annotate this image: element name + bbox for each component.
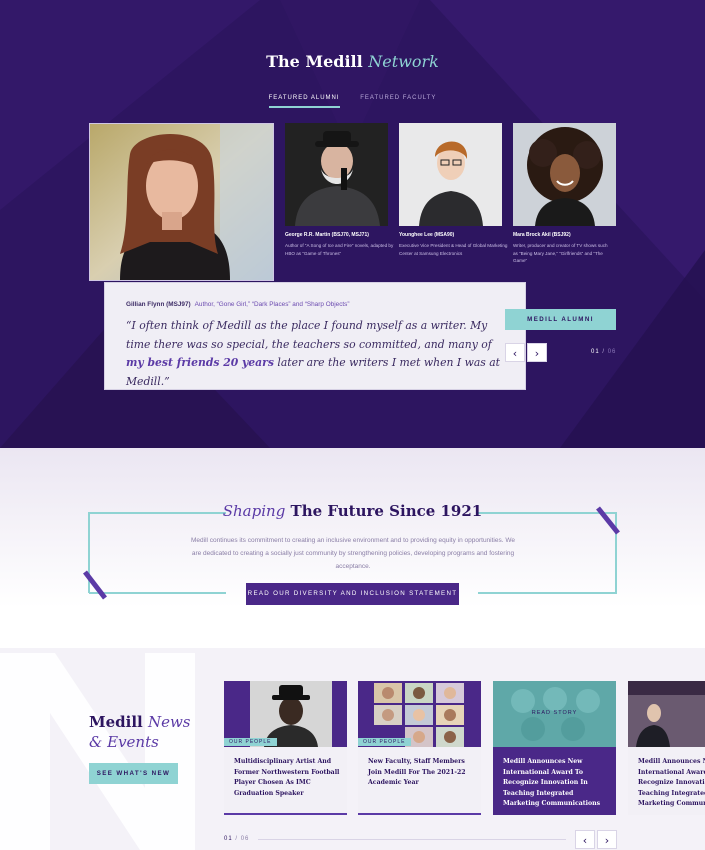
diversity-description: Medill continues its commitment to creat…	[191, 537, 515, 570]
network-title-main: The Medill	[266, 52, 363, 71]
alumni-name: George R.R. Martin (BSJ70, MSJ71)	[285, 232, 369, 238]
counter-current: 01	[591, 349, 600, 355]
news-events-section: Medill News & Events SEE WHAT'S NEW OUR …	[0, 648, 705, 850]
news-card-bar	[224, 813, 347, 815]
news-card-headline[interactable]: Medill Announces New International Award…	[503, 757, 611, 810]
diversity-title-accent: Shaping	[222, 502, 286, 520]
see-whats-new-button[interactable]: SEE WHAT'S NEW	[89, 763, 178, 784]
next-arrow-icon[interactable]: ›	[597, 830, 617, 849]
featured-alumni-attribution: Gillian Flynn (MSJ97) Author, “Gone Girl,…	[126, 301, 350, 308]
featured-quote: “I often think of Medill as the place I …	[126, 317, 506, 391]
alumni-description: Author of “A Song of Ice and Fire” novel…	[285, 243, 394, 256]
news-title-accent: News	[147, 713, 191, 731]
featured-alumni-name: Gillian Flynn (MSJ97)	[126, 301, 191, 308]
news-slide-counter: 01 / 06	[224, 836, 249, 842]
medill-network-section: The Medill Network FEATURED ALUMNI FEATU…	[0, 0, 705, 448]
prev-arrow-icon[interactable]: ‹	[505, 343, 525, 362]
diversity-title: Shaping The Future Since 1921	[0, 502, 705, 520]
next-arrow-icon[interactable]: ›	[527, 343, 547, 362]
news-card-bar	[358, 813, 481, 815]
news-card-tag: OUR PEOPLE	[224, 738, 277, 746]
tab-featured-alumni[interactable]: FEATURED ALUMNI	[268, 95, 340, 108]
medill-alumni-button[interactable]: MEDILL ALUMNI	[505, 309, 616, 330]
read-story-link[interactable]: READ STORY	[493, 710, 616, 716]
news-progress-line	[258, 839, 566, 840]
news-title: Medill News & Events	[89, 712, 191, 752]
tab-featured-faculty[interactable]: FEATURED FACULTY	[360, 95, 436, 106]
news-card-headline[interactable]: Multidisciplinary Artist And Former Nort…	[234, 757, 342, 799]
featured-alumni-photo	[89, 123, 274, 281]
quote-highlight: my best friends 20 years	[126, 356, 274, 369]
diversity-statement-button[interactable]: READ OUR DIVERSITY AND INCLUSION STATEME…	[246, 583, 459, 605]
alumni-name: Mara Brock Akil (BSJ92)	[513, 232, 571, 238]
news-card-headline[interactable]: New Faculty, Staff Members Join Medill F…	[368, 757, 476, 789]
alumni-photo-younghee-lee[interactable]	[399, 123, 502, 226]
alumni-photo-george-martin[interactable]	[285, 123, 388, 226]
prev-arrow-icon[interactable]: ‹	[575, 830, 595, 849]
network-title: The Medill Network	[0, 52, 705, 71]
network-title-accent: Network	[368, 52, 439, 71]
quote-text-part: “I often think of Medill as the place I …	[126, 319, 492, 351]
diversity-section: Shaping The Future Since 1921 Medill con…	[0, 448, 705, 648]
alumni-name: Younghee Lee (MSA90)	[399, 232, 455, 238]
featured-alumni-role: Author, “Gone Girl,” “Dark Places” and “…	[194, 301, 350, 308]
alumni-photo-mara-brock-akil[interactable]	[513, 123, 616, 226]
network-tabs: FEATURED ALUMNI FEATURED FACULTY	[0, 95, 705, 108]
news-title-main: Medill	[89, 713, 143, 731]
gillian-flynn-portrait	[90, 124, 273, 280]
news-card[interactable]: OUR PEOPLE New Faculty, Staff Members Jo…	[358, 681, 481, 815]
news-card-headline[interactable]: Medill Announces New International Award…	[638, 757, 705, 810]
news-card[interactable]: READ STORY Medill Announces New Internat…	[493, 681, 616, 815]
news-card[interactable]: OUR PEOPLE Multidisciplinary Artist And …	[224, 681, 347, 815]
counter-current: 01	[224, 836, 233, 842]
featured-quote-card: Gillian Flynn (MSJ97) Author, “Gone Girl,…	[104, 282, 526, 390]
counter-total: 06	[607, 349, 617, 355]
news-card-image	[628, 681, 705, 747]
alumni-description: Executive Vice President & Head of Globa…	[399, 243, 508, 256]
counter-total: 06	[240, 836, 250, 842]
counter-separator: /	[602, 349, 606, 355]
news-card-tag: OUR PEOPLE	[358, 738, 411, 746]
network-slide-counter: 01 / 06	[591, 349, 616, 355]
diversity-title-main: The Future Since 1921	[290, 502, 483, 520]
news-card[interactable]: Medill Announces New International Award…	[628, 681, 705, 815]
news-title-accent: & Events	[89, 733, 159, 751]
counter-separator: /	[235, 836, 239, 842]
alumni-description: Writer, producer and creator of TV shows…	[513, 243, 608, 263]
